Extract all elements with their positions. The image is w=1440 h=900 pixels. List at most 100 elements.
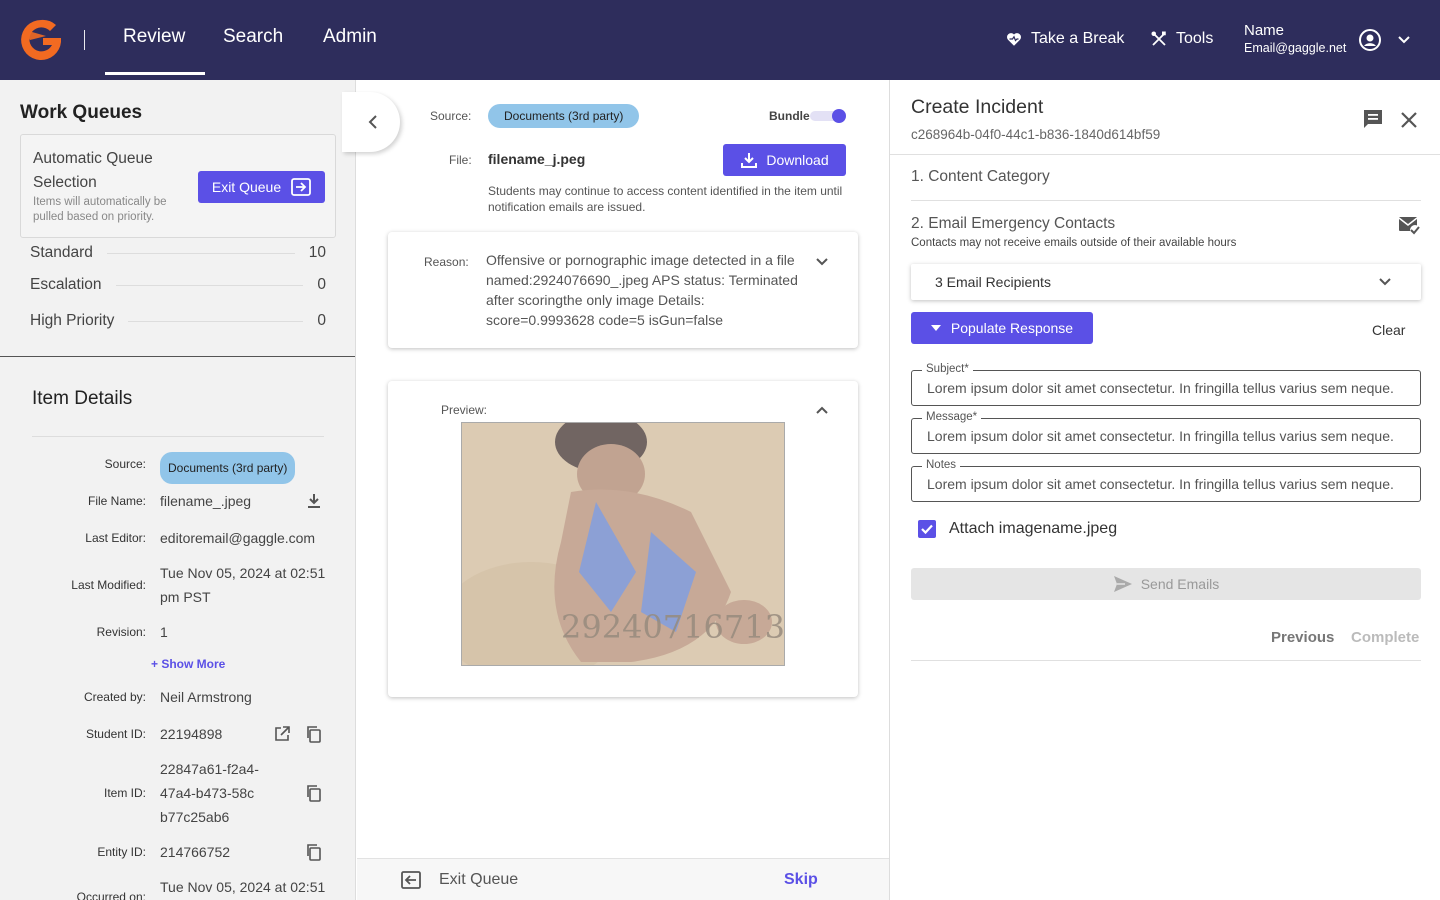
open-external-icon[interactable] bbox=[273, 725, 291, 743]
section-divider bbox=[0, 356, 355, 357]
queue-name: Escalation bbox=[30, 276, 102, 293]
queue-count: 0 bbox=[317, 312, 326, 329]
populate-label: Populate Response bbox=[950, 320, 1074, 336]
exit-queue-button[interactable]: Exit Queue bbox=[198, 171, 325, 203]
attach-checkbox[interactable] bbox=[918, 520, 936, 538]
work-queues-title: Work Queues bbox=[20, 102, 143, 123]
chevron-down-icon[interactable] bbox=[1396, 32, 1412, 48]
nav-tab-admin[interactable]: Admin bbox=[323, 26, 377, 48]
item-details-rule bbox=[32, 436, 324, 437]
bundle-toggle[interactable] bbox=[810, 109, 846, 123]
preview-overlay bbox=[461, 422, 785, 666]
nav-tab-search[interactable]: Search bbox=[223, 26, 283, 48]
tools-button[interactable]: Tools bbox=[1150, 30, 1213, 48]
automatic-queue-card: Automatic Queue Selection Items will aut… bbox=[20, 134, 336, 238]
left-panel: Work Queues Automatic Queue Selection It… bbox=[0, 80, 356, 900]
occurred-on-value: Tue Nov 05, 2024 at 02:51 bbox=[160, 879, 326, 895]
subject-input[interactable] bbox=[927, 380, 1417, 396]
copy-icon[interactable] bbox=[305, 843, 323, 861]
queue-divider bbox=[115, 284, 304, 286]
preview-label: Preview: bbox=[441, 403, 488, 417]
preview-image[interactable]: 2924071671372 bbox=[461, 422, 785, 666]
message-input[interactable] bbox=[927, 428, 1417, 444]
source-label: Source: bbox=[104, 457, 146, 471]
access-notice: Students may continue to access content … bbox=[488, 184, 843, 214]
created-by-value: Neil Armstrong bbox=[160, 689, 252, 705]
gaggle-logo[interactable] bbox=[16, 16, 66, 64]
populate-response-button[interactable]: Populate Response bbox=[911, 312, 1093, 344]
bundle-label: Bundle bbox=[769, 109, 810, 123]
show-more-link[interactable]: + Show More bbox=[151, 657, 225, 671]
nav-active-indicator bbox=[105, 72, 205, 75]
send-emails-button[interactable]: Send Emails bbox=[911, 568, 1421, 600]
message-field[interactable]: Message* bbox=[911, 411, 1421, 454]
download-button[interactable]: Download bbox=[723, 144, 846, 176]
subject-label: Subject* bbox=[922, 363, 973, 375]
step-email-contacts[interactable]: 2. Email Emergency Contacts bbox=[911, 215, 1115, 233]
user-info[interactable]: Name Email@gaggle.net bbox=[1244, 22, 1346, 56]
heart-icon bbox=[1007, 33, 1021, 46]
review-file-label: File: bbox=[449, 153, 472, 167]
exit-icon bbox=[291, 178, 312, 196]
notes-input[interactable] bbox=[927, 476, 1417, 492]
occurred-on-label: Occurred on: bbox=[76, 890, 146, 900]
notes-label: Notes bbox=[922, 459, 961, 471]
source-pill: Documents (3rd party) bbox=[160, 452, 296, 484]
exit-queue-label: Exit Queue bbox=[211, 179, 282, 195]
revision-value: 1 bbox=[160, 624, 168, 640]
item-details-title: Item Details bbox=[32, 388, 133, 409]
download-icon[interactable] bbox=[305, 492, 323, 510]
clear-button[interactable]: Clear bbox=[1372, 322, 1405, 338]
step-email-subtitle: Contacts may not receive emails outside … bbox=[911, 237, 1237, 249]
copy-icon[interactable] bbox=[305, 725, 323, 743]
close-icon[interactable] bbox=[1398, 109, 1420, 131]
chevron-down-icon bbox=[1379, 278, 1391, 286]
nav-tab-review[interactable]: Review bbox=[123, 26, 185, 48]
file-name-label: File Name: bbox=[87, 494, 146, 508]
toggle-knob bbox=[832, 109, 846, 123]
chevron-down-icon[interactable] bbox=[814, 254, 830, 270]
queue-row-high-priority[interactable]: High Priority 0 bbox=[30, 309, 326, 333]
comment-icon[interactable] bbox=[1362, 108, 1384, 130]
review-source-label: Source: bbox=[430, 109, 472, 123]
footer-divider bbox=[911, 660, 1421, 661]
download-icon bbox=[741, 153, 758, 168]
preview-card: Preview: 2924071671372 bbox=[388, 381, 858, 697]
queue-row-standard[interactable]: Standard 10 bbox=[30, 241, 326, 265]
skip-button[interactable]: Skip bbox=[784, 871, 818, 889]
copy-icon[interactable] bbox=[305, 784, 323, 802]
previous-button[interactable]: Previous bbox=[1271, 629, 1334, 646]
tools-label: Tools bbox=[1176, 30, 1214, 47]
source-value: Documents (3rd party) bbox=[160, 452, 296, 484]
email-recipients-dropdown[interactable]: 3 Email Recipients bbox=[911, 264, 1421, 300]
chevron-left-icon bbox=[368, 115, 377, 129]
collapse-panel-button[interactable] bbox=[342, 92, 400, 152]
queue-row-escalation[interactable]: Escalation 0 bbox=[30, 273, 326, 297]
center-footer: Exit Queue Skip bbox=[357, 858, 889, 900]
mail-check-icon bbox=[1398, 217, 1420, 235]
exit-queue-footer-button[interactable]: Exit Queue bbox=[401, 870, 518, 890]
exit-queue-footer-label: Exit Queue bbox=[439, 871, 519, 888]
top-navbar: Review Search Admin Take a Break Tools N… bbox=[0, 0, 1440, 80]
chevron-up-icon[interactable] bbox=[814, 402, 830, 418]
exit-queue-icon bbox=[401, 871, 421, 889]
download-label: Download bbox=[766, 152, 829, 168]
file-name-value: filename_.jpeg bbox=[160, 493, 252, 509]
take-break-label: Take a Break bbox=[1031, 30, 1125, 47]
entity-id-value: 214766752 bbox=[160, 844, 231, 860]
account-circle-icon[interactable] bbox=[1358, 28, 1382, 52]
send-emails-label: Send Emails bbox=[1140, 576, 1220, 592]
subject-field[interactable]: Subject* bbox=[911, 363, 1421, 406]
complete-button[interactable]: Complete bbox=[1351, 629, 1419, 646]
step-content-category[interactable]: 1. Content Category bbox=[911, 168, 1050, 186]
notes-field[interactable]: Notes bbox=[911, 459, 1421, 502]
last-editor-label: Last Editor: bbox=[85, 531, 146, 545]
created-by-label: Created by: bbox=[83, 690, 146, 704]
queue-name: High Priority bbox=[30, 312, 115, 329]
caret-down-icon bbox=[930, 325, 941, 331]
automatic-queue-title: Automatic Queue Selection bbox=[33, 150, 153, 191]
automatic-queue-description: Items will automatically be pulled based… bbox=[33, 196, 167, 223]
student-id-value: 22194898 bbox=[160, 726, 223, 742]
take-break-button[interactable]: Take a Break bbox=[1005, 30, 1124, 48]
review-file-name: filename_j.peg bbox=[488, 151, 586, 167]
